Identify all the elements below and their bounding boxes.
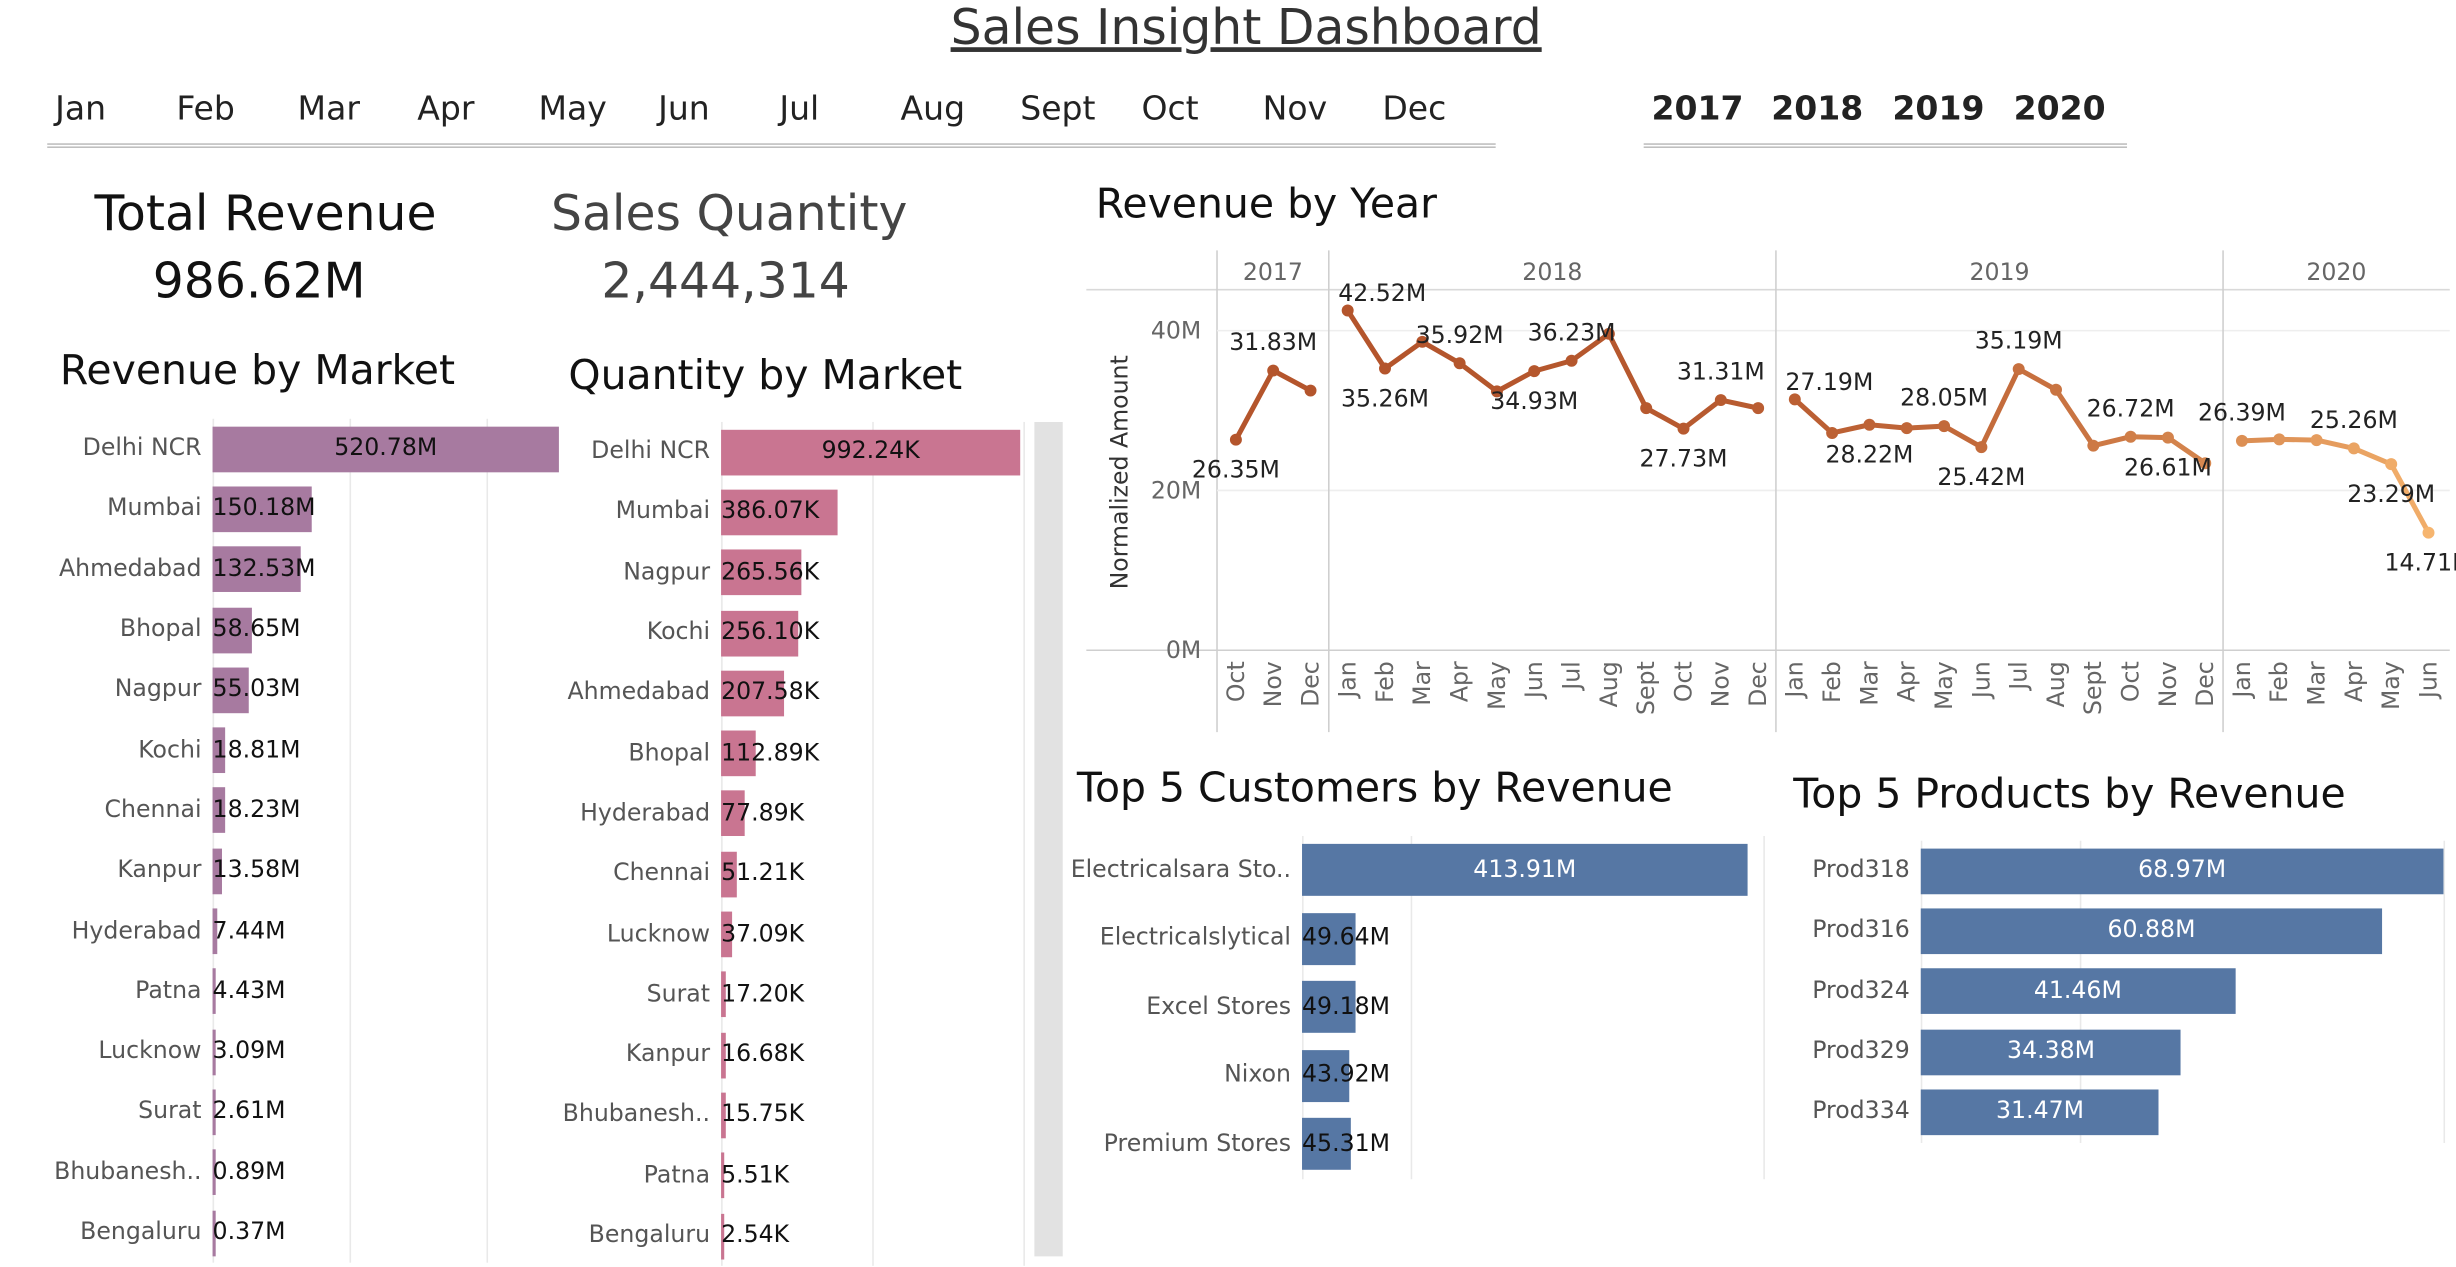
revenue-by-year-chart: 0M20M40MNormalized Amount2017Oct Nov Dec26… xyxy=(1086,250,2456,733)
x-tick-label: May xyxy=(2377,661,2405,710)
data-point[interactable] xyxy=(1826,426,1839,439)
data-point[interactable] xyxy=(1267,364,1280,377)
y-tick-label: 0M xyxy=(1166,636,1201,664)
data-point[interactable] xyxy=(2273,433,2286,446)
data-label: 27.19M xyxy=(1785,368,1873,396)
data-point[interactable] xyxy=(2161,431,2174,444)
dashboard: Sales Insight Dashboard Jan Feb Mar Apr May J… xyxy=(0,0,2456,1267)
data-label: 35.26M xyxy=(1341,384,1429,412)
panel-year-label: 2020 xyxy=(2306,258,2366,286)
data-point[interactable] xyxy=(1677,422,1690,435)
x-tick-label: Dec xyxy=(1296,661,1324,707)
line-segment xyxy=(2351,445,2394,467)
x-tick-label: May xyxy=(1483,661,1511,710)
data-point[interactable] xyxy=(1640,402,1653,415)
data-label: 31.83M xyxy=(1229,328,1317,356)
data-point[interactable] xyxy=(1379,362,1391,375)
data-label: 28.05M xyxy=(1900,384,1988,412)
data-point[interactable] xyxy=(2235,434,2248,447)
line-segment xyxy=(1941,423,1984,450)
x-tick-label: Apr xyxy=(2340,661,2368,702)
data-label: 23.29M xyxy=(2347,480,2435,508)
x-tick-label: Mar xyxy=(1855,661,1883,706)
panel-year-label: 2017 xyxy=(1243,258,1303,286)
x-tick-label: Nov xyxy=(1259,661,1287,707)
x-tick-label: Aug xyxy=(1595,661,1623,707)
panel-year-label: 2018 xyxy=(1522,258,1582,286)
line-segment xyxy=(1233,368,1276,443)
data-point[interactable] xyxy=(1304,384,1317,397)
y-tick-label: 40M xyxy=(1151,316,1201,344)
x-tick-label: Mar xyxy=(2302,661,2330,706)
data-label: 42.52M xyxy=(1338,279,1426,307)
y-axis-label: Normalized Amount xyxy=(1105,355,1133,589)
data-point[interactable] xyxy=(2385,458,2398,471)
x-tick-label: Feb xyxy=(1818,661,1846,703)
data-point[interactable] xyxy=(1453,357,1466,370)
x-tick-label: Jan xyxy=(1781,661,1809,699)
data-point[interactable] xyxy=(1863,418,1876,431)
data-label: 26.39M xyxy=(2198,398,2286,426)
data-label: 27.73M xyxy=(1640,444,1728,472)
data-point[interactable] xyxy=(1714,394,1727,407)
data-label: 31.31M xyxy=(1677,358,1765,386)
x-tick-label: May xyxy=(1930,661,1958,710)
data-label: 35.19M xyxy=(1975,327,2063,355)
x-tick-label: Dec xyxy=(2191,661,2219,707)
data-point[interactable] xyxy=(2087,439,2100,452)
x-tick-label: Oct xyxy=(1669,661,1697,702)
x-tick-label: Jun xyxy=(2414,661,2442,700)
data-point[interactable] xyxy=(1975,441,1988,454)
data-point[interactable] xyxy=(2124,430,2137,443)
data-point[interactable] xyxy=(1528,365,1541,378)
data-point[interactable] xyxy=(1752,402,1765,415)
data-label: 26.61M xyxy=(2124,453,2212,481)
line-segment xyxy=(1680,397,1724,432)
x-tick-label: Mar xyxy=(1408,661,1436,706)
x-tick-label: Feb xyxy=(2265,661,2293,703)
x-tick-label: Apr xyxy=(1893,661,1921,702)
data-label: 26.72M xyxy=(2087,394,2175,422)
line-segment xyxy=(2016,366,2059,393)
data-point[interactable] xyxy=(2422,526,2435,539)
data-point[interactable] xyxy=(1565,354,1578,367)
line-segment xyxy=(1792,396,1835,436)
data-label: 14.71M xyxy=(2385,548,2456,576)
x-tick-label: Jul xyxy=(1557,661,1585,692)
data-label: 28.22M xyxy=(1825,441,1913,469)
data-point[interactable] xyxy=(2347,442,2360,455)
x-tick-label: Jan xyxy=(1334,661,1362,699)
x-tick-label: Feb xyxy=(1371,661,1399,703)
x-tick-label: Jun xyxy=(1967,661,1995,700)
data-label: 25.42M xyxy=(1937,463,2025,491)
data-point[interactable] xyxy=(1900,422,1913,435)
data-label: 26.35M xyxy=(1192,455,1280,483)
x-tick-label: Oct xyxy=(2117,661,2145,702)
data-label: 34.93M xyxy=(1490,387,1578,415)
data-point[interactable] xyxy=(1938,420,1951,433)
data-point[interactable] xyxy=(2012,363,2025,376)
line-segment xyxy=(1345,307,1388,372)
x-tick-label: Dec xyxy=(1744,661,1772,707)
x-tick-label: Oct xyxy=(1222,661,1250,702)
x-tick-label: Jun xyxy=(1520,661,1548,700)
data-point[interactable] xyxy=(2050,383,2062,396)
data-point[interactable] xyxy=(1229,433,1242,446)
x-tick-label: Jan xyxy=(2228,661,2256,699)
x-tick-label: Aug xyxy=(2042,661,2070,707)
x-tick-label: Apr xyxy=(1445,661,1473,702)
x-tick-label: Jul xyxy=(2005,661,2033,692)
x-tick-label: Nov xyxy=(2154,661,2182,707)
panel-year-label: 2019 xyxy=(1969,258,2029,286)
line-segment xyxy=(1643,405,1687,432)
line-segment xyxy=(1270,368,1314,394)
data-point[interactable] xyxy=(2310,434,2323,447)
data-label: 36.23M xyxy=(1528,318,1616,346)
x-tick-label: Nov xyxy=(1707,661,1735,707)
data-label: 35.92M xyxy=(1416,321,1504,349)
data-label: 25.26M xyxy=(2310,406,2398,434)
x-tick-label: Sept xyxy=(2079,661,2107,715)
x-tick-label: Sept xyxy=(1632,661,1660,715)
